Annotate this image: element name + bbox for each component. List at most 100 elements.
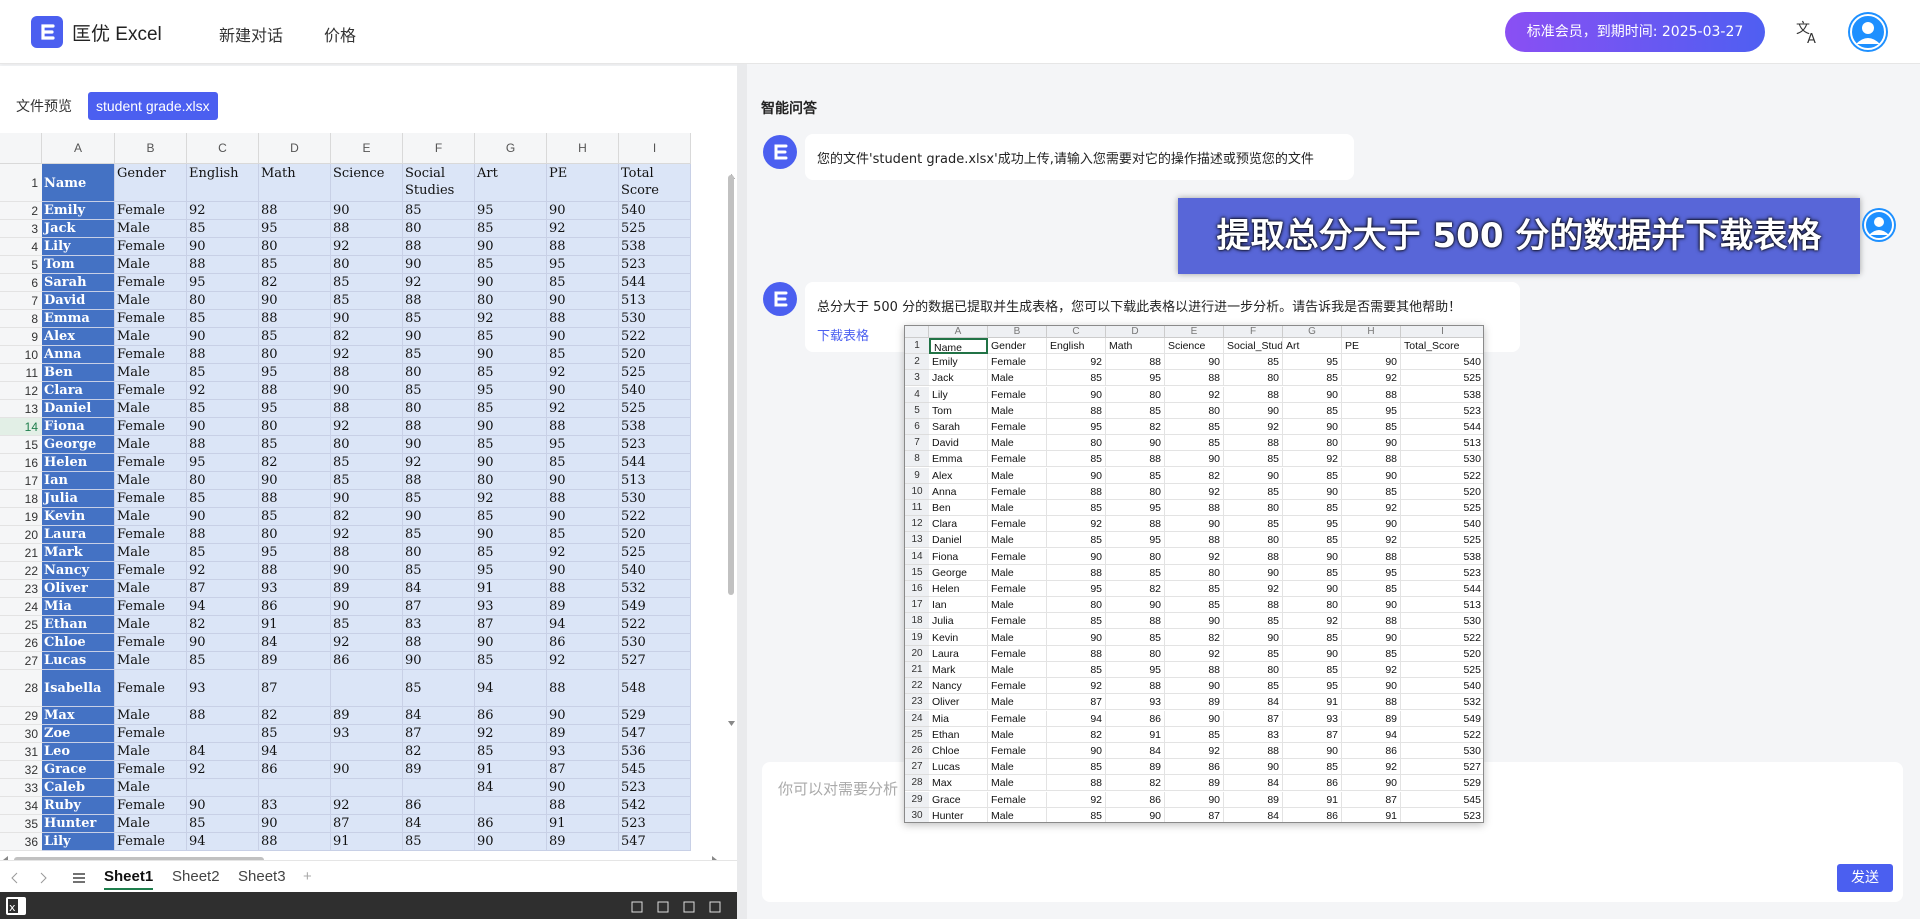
panel-divider[interactable] <box>737 64 747 919</box>
table-cell[interactable]: 85 <box>475 436 547 454</box>
row-header[interactable]: 11 <box>0 364 42 382</box>
table-cell[interactable]: 85 <box>259 256 331 274</box>
table-cell[interactable]: 86 <box>331 652 403 670</box>
row-header[interactable]: 9 <box>0 328 42 346</box>
table-cell[interactable]: 90 <box>475 833 547 851</box>
table-cell[interactable]: 84 <box>187 743 259 761</box>
table-cell[interactable]: 85 <box>187 652 259 670</box>
spreadsheet-grid[interactable]: A B C D E F G H I 1 Name Gender English Math Science So… <box>0 133 737 851</box>
table-cell[interactable]: 93 <box>475 598 547 616</box>
table-cell[interactable]: 93 <box>259 580 331 598</box>
table-cell[interactable]: Male <box>115 400 187 418</box>
table-cell[interactable]: 523 <box>619 436 691 454</box>
table-cell[interactable]: Male <box>115 292 187 310</box>
table-cell[interactable]: 92 <box>187 382 259 400</box>
table-cell[interactable]: 90 <box>547 562 619 580</box>
table-cell[interactable]: 90 <box>475 274 547 292</box>
row-header[interactable]: 18 <box>0 490 42 508</box>
row-header[interactable]: 14 <box>0 418 42 436</box>
table-cell[interactable]: 85 <box>475 652 547 670</box>
name-cell[interactable]: Emily <box>42 202 115 220</box>
table-cell[interactable]: 82 <box>331 328 403 346</box>
table-cell[interactable]: 82 <box>259 454 331 472</box>
select-all-corner[interactable] <box>0 133 42 164</box>
table-cell[interactable]: Male <box>115 472 187 490</box>
column-header[interactable]: B <box>115 133 187 164</box>
table-cell[interactable]: 90 <box>475 634 547 652</box>
table-cell[interactable]: 530 <box>619 310 691 328</box>
table-cell[interactable]: 90 <box>475 418 547 436</box>
table-cell[interactable]: 520 <box>619 526 691 544</box>
table-cell[interactable]: 85 <box>403 526 475 544</box>
table-cell[interactable]: 95 <box>187 274 259 292</box>
table-cell[interactable]: Female <box>115 761 187 779</box>
table-cell[interactable]: 542 <box>619 797 691 815</box>
header-cell[interactable]: Total Score <box>619 164 691 202</box>
column-header[interactable]: H <box>547 133 619 164</box>
table-cell[interactable]: 92 <box>475 310 547 328</box>
table-cell[interactable]: 91 <box>259 616 331 634</box>
table-cell[interactable]: Male <box>115 707 187 725</box>
row-header[interactable]: 35 <box>0 815 42 833</box>
table-cell[interactable]: 82 <box>187 616 259 634</box>
table-cell[interactable]: Female <box>115 634 187 652</box>
table-cell[interactable]: 95 <box>187 454 259 472</box>
table-cell[interactable]: 85 <box>475 364 547 382</box>
table-cell[interactable]: 92 <box>331 526 403 544</box>
table-cell[interactable]: 90 <box>547 292 619 310</box>
table-cell[interactable]: 90 <box>187 634 259 652</box>
table-cell[interactable]: 520 <box>619 346 691 364</box>
header-cell[interactable]: Art <box>475 164 547 202</box>
table-cell[interactable]: 540 <box>619 382 691 400</box>
table-cell[interactable]: 89 <box>547 598 619 616</box>
table-cell[interactable]: 84 <box>403 707 475 725</box>
table-cell[interactable]: 513 <box>619 292 691 310</box>
row-header[interactable]: 36 <box>0 833 42 851</box>
table-cell[interactable]: 95 <box>475 202 547 220</box>
table-cell[interactable]: 90 <box>331 382 403 400</box>
name-cell[interactable]: Isabella <box>42 670 115 707</box>
table-cell[interactable]: 87 <box>403 598 475 616</box>
table-cell[interactable]: 90 <box>331 310 403 328</box>
name-cell[interactable]: Hunter <box>42 815 115 833</box>
table-cell[interactable]: 525 <box>619 400 691 418</box>
table-cell[interactable]: 88 <box>259 833 331 851</box>
header-cell[interactable]: PE <box>547 164 619 202</box>
row-header[interactable]: 33 <box>0 779 42 797</box>
row-header[interactable]: 5 <box>0 256 42 274</box>
table-cell[interactable]: 85 <box>187 815 259 833</box>
row-header[interactable]: 22 <box>0 562 42 580</box>
table-cell[interactable]: 85 <box>403 490 475 508</box>
table-cell[interactable]: 547 <box>619 725 691 743</box>
name-cell[interactable]: Mark <box>42 544 115 562</box>
table-cell[interactable]: Female <box>115 598 187 616</box>
table-cell[interactable]: 88 <box>547 670 619 707</box>
row-header[interactable]: 7 <box>0 292 42 310</box>
table-cell[interactable]: 92 <box>403 454 475 472</box>
table-cell[interactable]: 92 <box>475 725 547 743</box>
table-cell[interactable]: 544 <box>619 454 691 472</box>
table-cell[interactable]: Male <box>115 220 187 238</box>
table-cell[interactable]: 92 <box>403 274 475 292</box>
table-cell[interactable]: 85 <box>475 508 547 526</box>
table-cell[interactable]: 544 <box>619 274 691 292</box>
table-cell[interactable]: 86 <box>259 761 331 779</box>
table-cell[interactable]: 85 <box>475 256 547 274</box>
table-cell[interactable]: 90 <box>331 598 403 616</box>
column-header[interactable]: D <box>259 133 331 164</box>
table-cell[interactable]: 89 <box>403 761 475 779</box>
table-cell[interactable]: 91 <box>331 833 403 851</box>
table-cell[interactable]: 86 <box>475 707 547 725</box>
table-cell[interactable]: 80 <box>331 256 403 274</box>
table-cell[interactable]: 85 <box>331 292 403 310</box>
table-cell[interactable]: 85 <box>403 202 475 220</box>
table-cell[interactable]: 90 <box>547 472 619 490</box>
table-cell[interactable]: 82 <box>403 743 475 761</box>
table-cell[interactable]: 547 <box>619 833 691 851</box>
column-header[interactable]: F <box>403 133 475 164</box>
table-cell[interactable] <box>187 725 259 743</box>
row-header[interactable]: 27 <box>0 652 42 670</box>
table-cell[interactable]: 92 <box>331 238 403 256</box>
row-header[interactable]: 30 <box>0 725 42 743</box>
name-cell[interactable]: Alex <box>42 328 115 346</box>
